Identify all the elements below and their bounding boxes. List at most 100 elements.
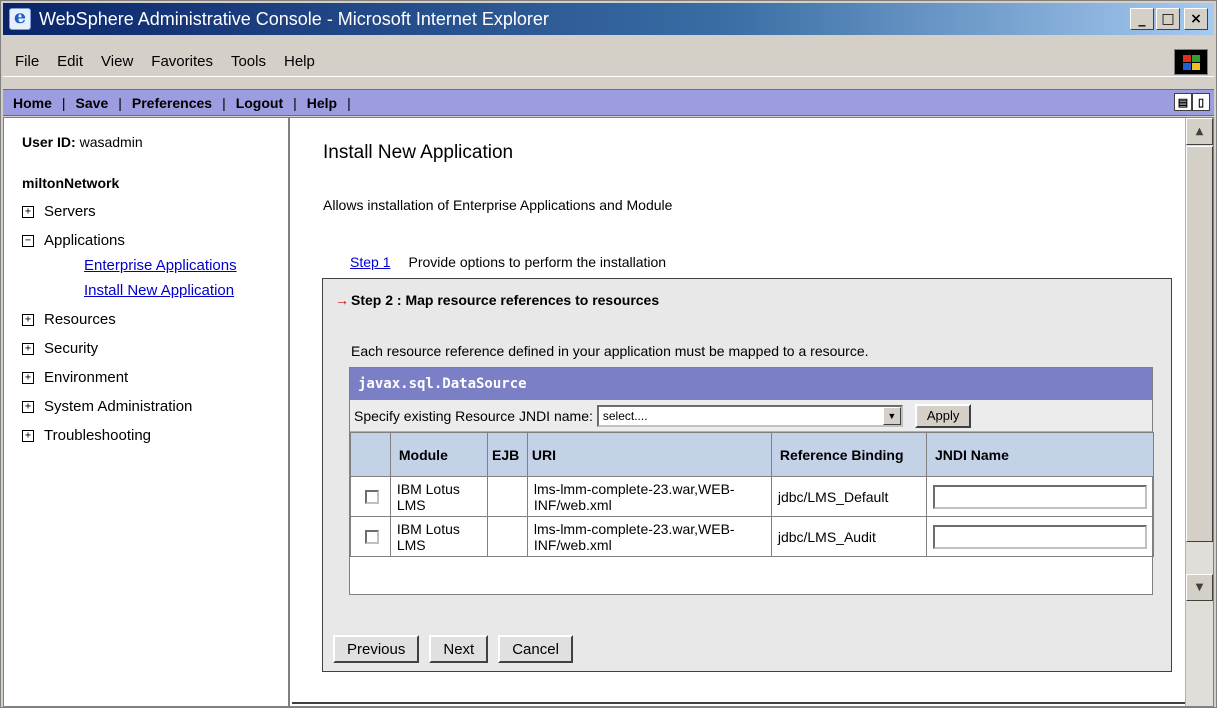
table-row: IBM Lotus LMS lms-lmm-complete-23.war,WE…	[350, 476, 1154, 517]
column-header-uri: URI	[526, 432, 772, 477]
row-checkbox[interactable]	[365, 529, 379, 544]
menu-tools[interactable]: Tools	[223, 53, 274, 70]
jndi-name-input[interactable]	[933, 484, 1147, 509]
vertical-scrollbar[interactable]: ▲ ▼	[1185, 118, 1213, 706]
current-step-arrow-icon: →	[335, 292, 349, 308]
ie-logo-icon	[9, 6, 31, 30]
requirement-text: Each resource reference defined in your …	[351, 343, 869, 359]
collapse-icon[interactable]: −	[22, 234, 34, 247]
title-bar: WebSphere Administrative Console - Micro…	[3, 3, 1214, 35]
apply-button[interactable]: Apply	[914, 403, 972, 428]
menu-file[interactable]: File	[7, 53, 47, 70]
tree-item-label[interactable]: Servers	[44, 203, 96, 220]
minimize-button[interactable]: _	[1130, 8, 1154, 30]
menu-help[interactable]: Help	[276, 53, 323, 70]
step-1-text: Provide options to perform the installat…	[408, 254, 667, 270]
step-1: Step 1 Provide options to perform the in…	[350, 254, 666, 270]
enterprise-applications-link[interactable]: Enterprise Applications	[84, 257, 288, 274]
tree-item-resources[interactable]: + Resources	[22, 311, 288, 328]
expand-icon[interactable]: +	[22, 371, 34, 384]
navigation-tree: User ID: wasadmin miltonNetwork + Server…	[4, 118, 290, 706]
next-button[interactable]: Next	[429, 635, 489, 663]
workspace: Install New Application Allows installat…	[292, 118, 1185, 706]
dropdown-arrow-icon[interactable]: ▼	[882, 406, 901, 425]
jndi-select[interactable]: select.... ▼	[596, 404, 903, 427]
uri-cell: lms-lmm-complete-23.war,WEB-INF/web.xml	[526, 516, 772, 557]
console-nav-bar: Home | Save | Preferences | Logout | Hel…	[3, 89, 1214, 116]
expand-icon[interactable]: +	[22, 400, 34, 413]
jndi-selector-label: Specify existing Resource JNDI name:	[354, 407, 593, 424]
menu-bar: File Edit View Favorites Tools Help	[3, 47, 1214, 77]
scroll-up-icon[interactable]: ▲	[1186, 118, 1213, 145]
page-icon[interactable]: ▯	[1192, 93, 1210, 111]
jndi-name-cell	[926, 476, 1154, 517]
table-header-row: Module EJB URI Reference Binding JNDI Na…	[350, 432, 1154, 477]
nav-help-link[interactable]: Help	[297, 95, 347, 111]
expand-icon[interactable]: +	[22, 205, 34, 218]
menu-view[interactable]: View	[93, 53, 141, 70]
cancel-button[interactable]: Cancel	[498, 635, 573, 663]
tree-item-environment[interactable]: + Environment	[22, 369, 288, 386]
resource-reference-table: Module EJB URI Reference Binding JNDI Na…	[350, 432, 1154, 557]
user-id-value: wasadmin	[79, 134, 143, 150]
step-1-link[interactable]: Step 1	[350, 254, 390, 270]
nav-separator: |	[347, 94, 351, 111]
reference-binding-cell: jdbc/LMS_Audit	[770, 516, 928, 557]
install-new-application-link[interactable]: Install New Application	[84, 282, 288, 299]
divider	[292, 702, 1185, 704]
column-header-ejb: EJB	[487, 432, 528, 477]
table-row: IBM Lotus LMS lms-lmm-complete-23.war,WE…	[350, 516, 1154, 557]
scroll-thumb[interactable]	[1186, 146, 1213, 542]
tree-item-label[interactable]: Environment	[44, 369, 128, 386]
scroll-down-icon[interactable]: ▼	[1186, 574, 1213, 601]
user-id-label: User ID:	[22, 134, 76, 150]
jndi-name-input[interactable]	[933, 524, 1147, 549]
browser-window: WebSphere Administrative Console - Micro…	[0, 0, 1217, 708]
document-icon[interactable]: ▤	[1174, 93, 1192, 111]
menu-edit[interactable]: Edit	[49, 53, 91, 70]
nav-preferences-link[interactable]: Preferences	[122, 95, 222, 111]
nav-home-link[interactable]: Home	[3, 95, 62, 111]
close-button[interactable]: ×	[1184, 8, 1208, 30]
cell-name: miltonNetwork	[22, 175, 120, 191]
expand-icon[interactable]: +	[22, 342, 34, 355]
tree-item-servers[interactable]: + Servers	[22, 203, 288, 220]
page-description: Allows installation of Enterprise Applic…	[323, 197, 673, 213]
ejb-cell	[487, 476, 528, 517]
row-checkbox[interactable]	[365, 489, 379, 504]
tree-item-system-administration[interactable]: + System Administration	[22, 398, 288, 415]
row-select-cell	[350, 516, 391, 557]
datasource-section: javax.sql.DataSource Specify existing Re…	[349, 367, 1154, 595]
maximize-button[interactable]: □	[1156, 8, 1180, 30]
column-header-jndi-name: JNDI Name	[926, 432, 1154, 477]
page-title: Install New Application	[323, 142, 514, 163]
wizard-buttons: Previous Next Cancel	[333, 635, 573, 663]
tree-item-label[interactable]: Troubleshooting	[44, 427, 151, 444]
nav-save-link[interactable]: Save	[66, 95, 119, 111]
uri-cell: lms-lmm-complete-23.war,WEB-INF/web.xml	[526, 476, 772, 517]
nav-logout-link[interactable]: Logout	[226, 95, 293, 111]
tree-item-security[interactable]: + Security	[22, 340, 288, 357]
tree-item-label[interactable]: System Administration	[44, 398, 192, 415]
jndi-select-value: select....	[602, 408, 648, 423]
column-header-reference-binding: Reference Binding	[770, 432, 928, 477]
window-title: WebSphere Administrative Console - Micro…	[39, 8, 549, 29]
ejb-cell	[487, 516, 528, 557]
menu-favorites[interactable]: Favorites	[143, 53, 221, 70]
jndi-selector-row: Specify existing Resource JNDI name: sel…	[350, 400, 1152, 432]
tree-item-label[interactable]: Security	[44, 340, 98, 357]
previous-button[interactable]: Previous	[333, 635, 420, 663]
tree-item-label[interactable]: Resources	[44, 311, 116, 328]
module-cell: IBM Lotus LMS	[389, 476, 489, 517]
tree-item-label[interactable]: Applications	[44, 232, 125, 249]
expand-icon[interactable]: +	[22, 313, 34, 326]
tree-item-applications[interactable]: − Applications	[22, 232, 288, 249]
select-column-header	[350, 432, 391, 477]
module-cell: IBM Lotus LMS	[389, 516, 489, 557]
windows-logo-icon	[1174, 49, 1208, 75]
expand-icon[interactable]: +	[22, 429, 34, 442]
jndi-name-cell	[926, 516, 1154, 557]
tree-item-troubleshooting[interactable]: + Troubleshooting	[22, 427, 288, 444]
row-select-cell	[350, 476, 391, 517]
reference-binding-cell: jdbc/LMS_Default	[770, 476, 928, 517]
